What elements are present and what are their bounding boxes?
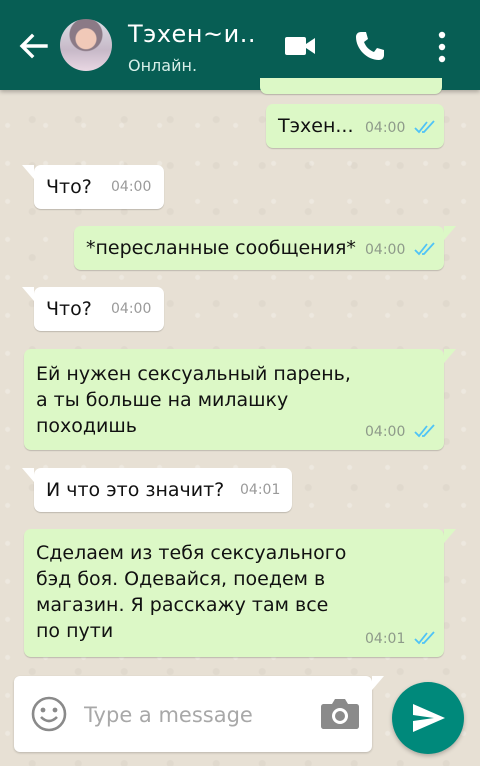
contact-avatar[interactable] [60, 19, 112, 71]
message-bubble-incoming[interactable]: И что это значит? 04:01 [22, 468, 292, 512]
message-bubble-outgoing[interactable]: *пересланные сообщения* 04:00 [74, 226, 456, 270]
chat-header: Тэхен~и.. Онлайн. [0, 0, 480, 90]
message-time: 04:00 [365, 242, 406, 258]
message-bubble-partial [260, 78, 442, 94]
message-time: 04:00 [111, 301, 152, 317]
message-composer [14, 676, 384, 752]
message-text: *пересланные сообщения* [86, 237, 356, 259]
message-bubble-outgoing[interactable]: Ей нужен сексуальный парень, а ты больше… [24, 349, 456, 450]
read-receipt-icon [414, 424, 435, 438]
contact-status: Онлайн. [128, 56, 198, 75]
contact-name[interactable]: Тэхен~и.. [128, 20, 256, 48]
camera-icon[interactable] [320, 696, 360, 730]
back-arrow-icon[interactable] [18, 32, 48, 60]
message-text: Сделаем из тебя сексуального бэд боя. Од… [36, 542, 347, 642]
phone-call-icon[interactable] [354, 30, 386, 62]
message-text: Что? [46, 176, 92, 198]
message-bubble-outgoing[interactable]: Сделаем из тебя сексуального бэд боя. Од… [24, 529, 456, 657]
message-time: 04:01 [365, 631, 406, 647]
message-bubble-incoming[interactable]: Что? 04:00 [22, 287, 164, 331]
read-receipt-icon [414, 631, 435, 645]
message-time: 04:00 [111, 179, 152, 195]
message-input[interactable] [82, 698, 306, 732]
video-call-icon[interactable] [284, 34, 316, 58]
message-text: Ей нужен сексуальный парень, а ты больше… [36, 363, 351, 437]
message-bubble-outgoing[interactable]: Тэхен... 04:00 [266, 104, 444, 148]
send-button[interactable] [392, 682, 464, 754]
more-options-icon[interactable] [432, 30, 452, 64]
message-time: 04:00 [365, 424, 406, 440]
read-receipt-icon [414, 242, 435, 256]
message-text: Тэхен... [278, 115, 354, 137]
message-time: 04:00 [365, 120, 406, 136]
read-receipt-icon [414, 120, 435, 134]
message-text: Что? [46, 298, 92, 320]
message-time: 04:01 [240, 482, 281, 498]
message-bubble-incoming[interactable]: Что? 04:00 [22, 165, 164, 209]
emoji-icon[interactable] [30, 695, 68, 733]
send-icon [413, 704, 445, 732]
message-text: И что это значит? [46, 479, 225, 501]
